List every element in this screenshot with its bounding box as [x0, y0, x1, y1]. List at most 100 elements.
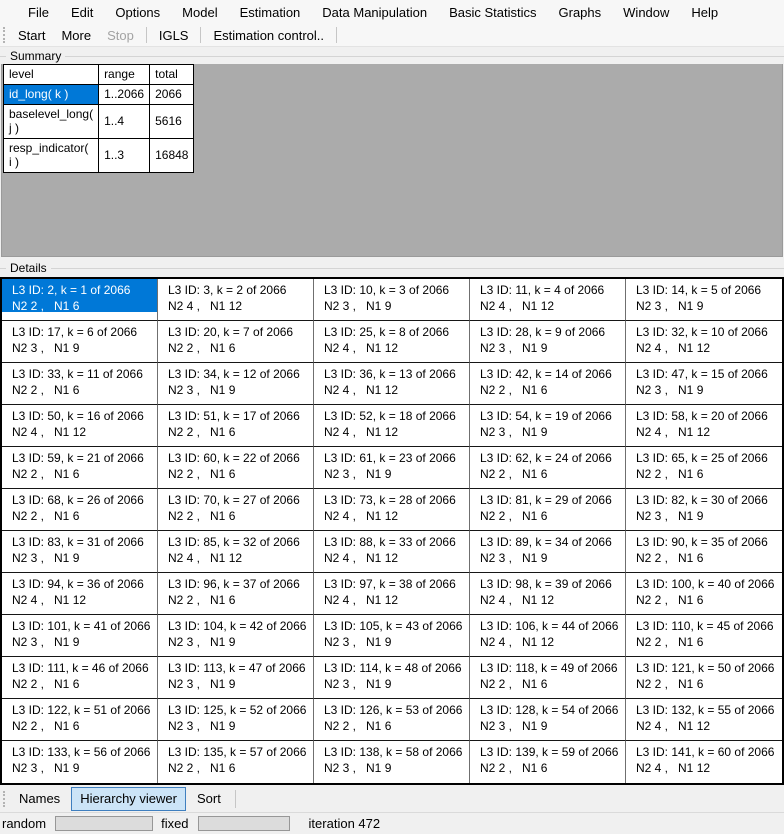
tab-hierarchy-viewer[interactable]: Hierarchy viewer: [71, 787, 186, 811]
hierarchy-cell-line2: N2 2 , N1 6: [12, 508, 156, 524]
toolbar-button-more[interactable]: More: [53, 28, 99, 43]
hierarchy-cell[interactable]: L3 ID: 111, k = 46 of 2066N2 2 , N1 6: [2, 657, 158, 699]
hierarchy-cell[interactable]: L3 ID: 135, k = 57 of 2066N2 2 , N1 6: [158, 741, 314, 783]
hierarchy-cell[interactable]: L3 ID: 121, k = 50 of 2066N2 2 , N1 6: [626, 657, 782, 699]
menu-item-options[interactable]: Options: [104, 0, 171, 24]
hierarchy-cell[interactable]: L3 ID: 28, k = 9 of 2066N2 3 , N1 9: [470, 321, 626, 363]
hierarchy-cell[interactable]: L3 ID: 52, k = 18 of 2066N2 4 , N1 12: [314, 405, 470, 447]
hierarchy-cell[interactable]: L3 ID: 20, k = 7 of 2066N2 2 , N1 6: [158, 321, 314, 363]
summary-level-cell[interactable]: baselevel_long( j ): [4, 105, 99, 139]
hierarchy-cell[interactable]: L3 ID: 60, k = 22 of 2066N2 2 , N1 6: [158, 447, 314, 489]
hierarchy-cell[interactable]: L3 ID: 54, k = 19 of 2066N2 3 , N1 9: [470, 405, 626, 447]
hierarchy-cell-line1: L3 ID: 3, k = 2 of 2066: [168, 282, 312, 298]
hierarchy-cell[interactable]: L3 ID: 3, k = 2 of 2066N2 4 , N1 12: [158, 279, 314, 321]
hierarchy-cell[interactable]: L3 ID: 33, k = 11 of 2066N2 2 , N1 6: [2, 363, 158, 405]
tabbar-gripper[interactable]: [3, 791, 5, 807]
hierarchy-cell[interactable]: L3 ID: 114, k = 48 of 2066N2 3 , N1 9: [314, 657, 470, 699]
hierarchy-cell[interactable]: L3 ID: 110, k = 45 of 2066N2 2 , N1 6: [626, 615, 782, 657]
hierarchy-cell-line1: L3 ID: 68, k = 26 of 2066: [12, 492, 156, 508]
hierarchy-cell[interactable]: L3 ID: 118, k = 49 of 2066N2 2 , N1 6: [470, 657, 626, 699]
hierarchy-cell[interactable]: L3 ID: 89, k = 34 of 2066N2 3 , N1 9: [470, 531, 626, 573]
menu-bar: FileEditOptionsModelEstimationData Manip…: [0, 0, 784, 24]
hierarchy-cell[interactable]: L3 ID: 73, k = 28 of 2066N2 4 , N1 12: [314, 489, 470, 531]
hierarchy-cell[interactable]: L3 ID: 32, k = 10 of 2066N2 4 , N1 12: [626, 321, 782, 363]
hierarchy-cell[interactable]: L3 ID: 62, k = 24 of 2066N2 2 , N1 6: [470, 447, 626, 489]
hierarchy-cell[interactable]: L3 ID: 59, k = 21 of 2066N2 2 , N1 6: [2, 447, 158, 489]
hierarchy-cell[interactable]: L3 ID: 83, k = 31 of 2066N2 3 , N1 9: [2, 531, 158, 573]
hierarchy-cell[interactable]: L3 ID: 88, k = 33 of 2066N2 4 , N1 12: [314, 531, 470, 573]
hierarchy-cell[interactable]: L3 ID: 100, k = 40 of 2066N2 2 , N1 6: [626, 573, 782, 615]
menu-item-estimation[interactable]: Estimation: [229, 0, 312, 24]
menu-item-model[interactable]: Model: [171, 0, 228, 24]
summary-level-cell[interactable]: id_long( k ): [4, 85, 99, 105]
summary-total-cell[interactable]: 2066: [150, 85, 194, 105]
hierarchy-cell[interactable]: L3 ID: 81, k = 29 of 2066N2 2 , N1 6: [470, 489, 626, 531]
hierarchy-cell[interactable]: L3 ID: 90, k = 35 of 2066N2 2 , N1 6: [626, 531, 782, 573]
toolbar-button-estimation-control[interactable]: Estimation control..: [205, 28, 332, 43]
tab-sort[interactable]: Sort: [188, 787, 230, 811]
hierarchy-cell[interactable]: L3 ID: 101, k = 41 of 2066N2 3 , N1 9: [2, 615, 158, 657]
summary-level-cell[interactable]: resp_indicator( i ): [4, 139, 99, 173]
menu-item-file[interactable]: File: [17, 0, 60, 24]
hierarchy-cell[interactable]: L3 ID: 36, k = 13 of 2066N2 4 , N1 12: [314, 363, 470, 405]
hierarchy-cell[interactable]: L3 ID: 138, k = 58 of 2066N2 3 , N1 9: [314, 741, 470, 783]
hierarchy-cell[interactable]: L3 ID: 51, k = 17 of 2066N2 2 , N1 6: [158, 405, 314, 447]
hierarchy-cell[interactable]: L3 ID: 98, k = 39 of 2066N2 4 , N1 12: [470, 573, 626, 615]
hierarchy-cell[interactable]: L3 ID: 82, k = 30 of 2066N2 3 , N1 9: [626, 489, 782, 531]
hierarchy-cell[interactable]: L3 ID: 104, k = 42 of 2066N2 3 , N1 9: [158, 615, 314, 657]
toolbar-button-start[interactable]: Start: [10, 28, 53, 43]
hierarchy-cell[interactable]: L3 ID: 94, k = 36 of 2066N2 4 , N1 12: [2, 573, 158, 615]
hierarchy-cell[interactable]: L3 ID: 106, k = 44 of 2066N2 4 , N1 12: [470, 615, 626, 657]
toolbar-gripper[interactable]: [3, 27, 5, 43]
hierarchy-cell-line2: N2 3 , N1 9: [324, 676, 468, 692]
menu-item-window[interactable]: Window: [612, 0, 680, 24]
summary-range-cell[interactable]: 1..2066: [99, 85, 150, 105]
hierarchy-cell[interactable]: L3 ID: 105, k = 43 of 2066N2 3 , N1 9: [314, 615, 470, 657]
hierarchy-cell[interactable]: L3 ID: 25, k = 8 of 2066N2 4 , N1 12: [314, 321, 470, 363]
hierarchy-cell[interactable]: L3 ID: 10, k = 3 of 2066N2 3 , N1 9: [314, 279, 470, 321]
summary-total-cell[interactable]: 5616: [150, 105, 194, 139]
hierarchy-cell[interactable]: L3 ID: 11, k = 4 of 2066N2 4 , N1 12: [470, 279, 626, 321]
hierarchy-cell-line1: L3 ID: 51, k = 17 of 2066: [168, 408, 312, 424]
menu-item-basic-statistics[interactable]: Basic Statistics: [438, 0, 547, 24]
summary-total-cell[interactable]: 16848: [150, 139, 194, 173]
hierarchy-cell[interactable]: L3 ID: 97, k = 38 of 2066N2 4 , N1 12: [314, 573, 470, 615]
hierarchy-cell[interactable]: L3 ID: 113, k = 47 of 2066N2 3 , N1 9: [158, 657, 314, 699]
hierarchy-cell[interactable]: L3 ID: 133, k = 56 of 2066N2 3 , N1 9: [2, 741, 158, 783]
hierarchy-cell-line2: N2 2 , N1 6: [480, 760, 624, 776]
hierarchy-cell[interactable]: L3 ID: 47, k = 15 of 2066N2 3 , N1 9: [626, 363, 782, 405]
hierarchy-cell[interactable]: L3 ID: 61, k = 23 of 2066N2 3 , N1 9: [314, 447, 470, 489]
toolbar-button-igls[interactable]: IGLS: [151, 28, 197, 43]
hierarchy-cell[interactable]: L3 ID: 14, k = 5 of 2066N2 3 , N1 9: [626, 279, 782, 321]
hierarchy-cell[interactable]: L3 ID: 50, k = 16 of 2066N2 4 , N1 12: [2, 405, 158, 447]
hierarchy-cell[interactable]: L3 ID: 42, k = 14 of 2066N2 2 , N1 6: [470, 363, 626, 405]
hierarchy-cell[interactable]: L3 ID: 58, k = 20 of 2066N2 4 , N1 12: [626, 405, 782, 447]
hierarchy-cell[interactable]: L3 ID: 2, k = 1 of 2066N2 2 , N1 6: [2, 279, 158, 321]
hierarchy-cell[interactable]: L3 ID: 128, k = 54 of 2066N2 3 , N1 9: [470, 699, 626, 741]
hierarchy-cell[interactable]: L3 ID: 65, k = 25 of 2066N2 2 , N1 6: [626, 447, 782, 489]
hierarchy-cell-line2: N2 4 , N1 12: [12, 592, 156, 608]
summary-range-cell[interactable]: 1..3: [99, 139, 150, 173]
hierarchy-cell[interactable]: L3 ID: 126, k = 53 of 2066N2 2 , N1 6: [314, 699, 470, 741]
menu-item-help[interactable]: Help: [680, 0, 729, 24]
hierarchy-cell[interactable]: L3 ID: 139, k = 59 of 2066N2 2 , N1 6: [470, 741, 626, 783]
hierarchy-cell[interactable]: L3 ID: 17, k = 6 of 2066N2 3 , N1 9: [2, 321, 158, 363]
hierarchy-cell[interactable]: L3 ID: 125, k = 52 of 2066N2 3 , N1 9: [158, 699, 314, 741]
hierarchy-cell[interactable]: L3 ID: 68, k = 26 of 2066N2 2 , N1 6: [2, 489, 158, 531]
hierarchy-cell-line1: L3 ID: 139, k = 59 of 2066: [480, 744, 624, 760]
menu-item-graphs[interactable]: Graphs: [548, 0, 613, 24]
tab-names[interactable]: Names: [10, 787, 69, 811]
hierarchy-cell-line2: N2 2 , N1 6: [168, 424, 312, 440]
hierarchy-cell[interactable]: L3 ID: 85, k = 32 of 2066N2 4 , N1 12: [158, 531, 314, 573]
hierarchy-cell[interactable]: L3 ID: 122, k = 51 of 2066N2 2 , N1 6: [2, 699, 158, 741]
hierarchy-cell[interactable]: L3 ID: 34, k = 12 of 2066N2 3 , N1 9: [158, 363, 314, 405]
hierarchy-cell[interactable]: L3 ID: 132, k = 55 of 2066N2 4 , N1 12: [626, 699, 782, 741]
hierarchy-cell-line1: L3 ID: 73, k = 28 of 2066: [324, 492, 468, 508]
hierarchy-cell[interactable]: L3 ID: 96, k = 37 of 2066N2 2 , N1 6: [158, 573, 314, 615]
summary-range-cell[interactable]: 1..4: [99, 105, 150, 139]
hierarchy-cell-line1: L3 ID: 58, k = 20 of 2066: [636, 408, 781, 424]
hierarchy-cell[interactable]: L3 ID: 141, k = 60 of 2066N2 4 , N1 12: [626, 741, 782, 783]
menu-item-data-manipulation[interactable]: Data Manipulation: [311, 0, 438, 24]
menu-item-edit[interactable]: Edit: [60, 0, 104, 24]
hierarchy-cell[interactable]: L3 ID: 70, k = 27 of 2066N2 2 , N1 6: [158, 489, 314, 531]
